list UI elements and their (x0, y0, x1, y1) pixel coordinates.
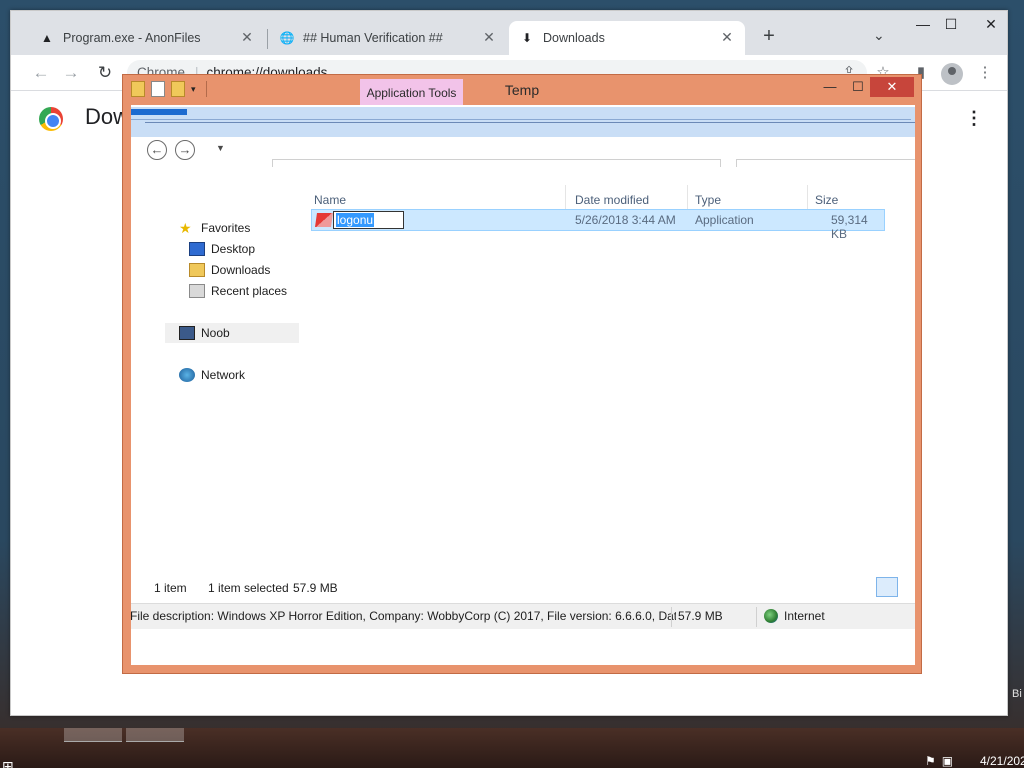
computer-icon (179, 326, 195, 340)
system-tray-icons[interactable]: ⚑▣ (925, 754, 959, 768)
minimize-button[interactable]: — (817, 77, 843, 97)
nav-recent-places[interactable]: Recent places (189, 281, 287, 301)
ribbon (131, 107, 915, 137)
taskbar: ⊞ ⚑▣ 4/21/202 (0, 728, 1024, 768)
search-input[interactable] (736, 159, 915, 167)
item-count: 1 item (154, 581, 187, 595)
close-button[interactable]: ✕ (870, 77, 914, 97)
maximize-button[interactable]: ☐ (845, 77, 871, 97)
qat-separator (205, 81, 207, 97)
network-icon (179, 368, 195, 382)
tab-title: Downloads (543, 31, 605, 45)
close-icon[interactable]: ✕ (719, 29, 735, 46)
taskbar-clock[interactable]: 4/21/202 (980, 754, 1024, 768)
anonfiles-icon: ▲ (41, 31, 53, 45)
details-size: 57.9 MB (676, 609, 723, 623)
maximize-button[interactable]: ☐ (933, 13, 969, 37)
selection-count: 1 item selected (208, 581, 289, 595)
recent-locations-icon[interactable]: ▼ (216, 143, 225, 153)
details-separator (756, 607, 757, 627)
edge-text: Bi (1012, 688, 1022, 700)
selection-size: 57.9 MB (293, 581, 338, 595)
tab-downloads[interactable]: ⬇ Downloads ✕ (509, 21, 745, 55)
ribbon-file-tab[interactable] (131, 109, 187, 115)
recent-places-icon (189, 284, 205, 298)
details-separator (671, 607, 672, 627)
close-button[interactable]: ✕ (973, 13, 1009, 37)
internet-zone-icon (764, 609, 778, 623)
new-folder-icon[interactable] (171, 81, 185, 97)
nav-label: Desktop (211, 242, 256, 256)
explorer-titlebar: Temp ▾ Application Tools — ☐ ✕ (123, 75, 921, 109)
star-icon: ★ (179, 220, 192, 236)
nav-computer[interactable]: Noob (165, 323, 299, 343)
nav-favorites[interactable]: ★ Favorites (179, 218, 250, 238)
properties-icon[interactable] (151, 81, 165, 97)
nav-downloads[interactable]: Downloads (189, 260, 270, 280)
quick-access-toolbar: ▾ (131, 81, 207, 97)
tab-title: ## Human Verification ## (303, 31, 443, 45)
new-tab-button[interactable]: + (757, 25, 781, 49)
desktop-icon (189, 242, 205, 256)
profile-avatar[interactable] (941, 63, 963, 85)
application-icon (315, 213, 333, 227)
download-icon: ⬇ (521, 31, 533, 45)
navigation-pane: ★ Favorites Desktop Downloads Recent pla… (131, 165, 307, 595)
nav-desktop[interactable]: Desktop (189, 239, 255, 259)
tab-separator (267, 29, 268, 49)
file-description: File description: Windows XP Horror Edit… (130, 609, 684, 623)
tab-anonfiles[interactable]: ▲ Program.exe - AnonFiles ✕ (29, 21, 265, 55)
details-view-icon[interactable] (876, 577, 898, 597)
rename-text: logonu (336, 213, 375, 227)
reload-icon[interactable]: ↻ (93, 61, 117, 85)
tab-strip: ▲ Program.exe - AnonFiles ✕ 🌐 ## Human V… (11, 11, 1007, 55)
nav-label: Favorites (201, 221, 251, 235)
chevron-down-icon[interactable]: ▾ (191, 81, 196, 97)
start-button[interactable]: ⊞ (2, 758, 14, 768)
tab-search-button[interactable]: ⌄ (873, 27, 885, 44)
nav-label: Network (201, 368, 246, 382)
taskbar-chrome-button[interactable] (126, 728, 184, 742)
window-title: Temp (504, 82, 540, 98)
ribbon-line (131, 119, 911, 120)
large-icons-view-icon[interactable] (899, 577, 921, 597)
taskbar-explorer-button[interactable] (64, 728, 122, 742)
file-row[interactable]: logonu 5/26/2018 3:44 AM Application 59,… (311, 209, 885, 241)
back-icon[interactable]: ← (29, 61, 53, 85)
navigation-bar: ← → ▼ (131, 137, 915, 167)
chrome-logo-icon (39, 107, 63, 131)
more-options-icon[interactable]: ⋮ (965, 108, 983, 129)
address-bar[interactable] (272, 159, 721, 167)
forward-icon[interactable]: → (59, 61, 83, 85)
tab-human-verification[interactable]: 🌐 ## Human Verification ## ✕ (269, 21, 507, 55)
forward-icon[interactable]: → (175, 140, 195, 160)
security-zone: Internet (784, 609, 825, 623)
explorer-window: Temp ▾ Application Tools — ☐ ✕ ← → ▼ ★ F… (122, 74, 922, 674)
rename-input[interactable]: logonu (333, 211, 404, 229)
column-name[interactable]: Name (314, 193, 346, 207)
column-date-modified[interactable]: Date modified (575, 193, 649, 207)
folder-icon[interactable] (131, 81, 145, 97)
status-bar: 1 item 1 item selected 57.9 MB (131, 575, 915, 601)
back-icon[interactable]: ← (147, 140, 167, 160)
nav-label: Recent places (211, 284, 288, 298)
file-type: Application (695, 213, 754, 227)
ribbon-line (145, 122, 915, 123)
nav-network[interactable]: Network (179, 365, 245, 385)
column-size[interactable]: Size (815, 193, 838, 207)
explorer-body: ← → ▼ ★ Favorites Desktop Downloads Rece… (130, 105, 915, 665)
tab-title: Program.exe - AnonFiles (63, 31, 201, 45)
close-icon[interactable]: ✕ (481, 29, 497, 46)
globe-icon: 🌐 (279, 31, 295, 45)
file-date: 5/26/2018 3:44 AM (575, 213, 676, 227)
close-icon[interactable]: ✕ (239, 29, 255, 46)
file-size: 59,314 KB (831, 213, 868, 241)
downloads-folder-icon (189, 263, 205, 277)
nav-label: Noob (201, 326, 230, 340)
column-type[interactable]: Type (695, 193, 721, 207)
menu-icon[interactable]: ⋮ (975, 63, 995, 83)
details-bar: File description: Windows XP Horror Edit… (130, 603, 915, 629)
nav-label: Downloads (211, 263, 271, 277)
